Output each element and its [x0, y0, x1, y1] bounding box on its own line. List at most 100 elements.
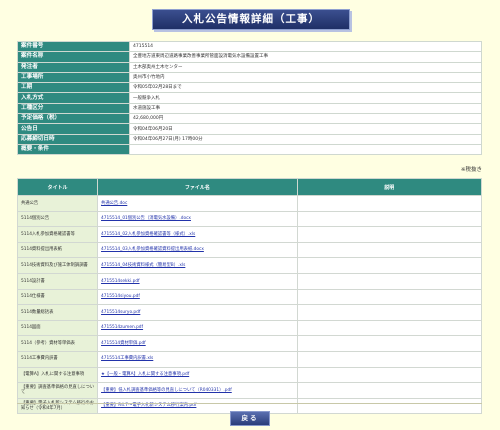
file-cell: 4715514siyou.pdf	[97, 288, 298, 306]
attachments-header-row: タイトル ファイル名 説明	[16, 178, 483, 196]
file-cell: 4715514工事費内訳書.xls	[97, 350, 298, 368]
file-cell: 4715514_02入札参加資格確認書等（様式）.xls	[97, 226, 298, 243]
info-value: 全豊地方道東周辺道路事業改善事業所管面設消電気水設備設置工事	[129, 51, 482, 63]
table-row: 5114仕様書 4715514siyou.pdf	[16, 288, 483, 306]
table-row: 5114資料提出用表紙 4715514_03入札参加資格確認資料提出用表紙.doc…	[16, 241, 483, 259]
info-row: 工期 令和05年02月28日まで	[17, 82, 482, 94]
file-link[interactable]: 【重要】R4.7〜電子入札新システム移行案内.pdf	[101, 403, 196, 408]
file-title: 5114個別公告	[16, 210, 99, 228]
info-label: 入札方式	[17, 92, 130, 104]
file-cell: 共通公告.doc	[97, 195, 298, 212]
info-label: 発注者	[17, 61, 130, 73]
file-title: 5114（参考）資材等単価表	[16, 335, 99, 352]
file-link[interactable]: 【重要】低入札調査基準価格等の見直しについて（R040331）.pdf	[101, 388, 232, 393]
file-description	[296, 382, 483, 399]
file-title: 5114数量総括表	[16, 304, 99, 321]
info-label: 公告日	[17, 123, 130, 135]
info-label: 応募締切日時	[17, 133, 130, 145]
attachments-table: タイトル ファイル名 説明 共通公告 共通公告.doc 5114個別公告 471551…	[16, 178, 483, 415]
info-value: 42,680,000円	[129, 113, 482, 125]
file-description	[296, 397, 483, 415]
info-label: 予定価格（税）	[17, 113, 130, 125]
file-link[interactable]: 共通公告.doc	[101, 201, 127, 206]
info-row: 応募締切日時 令和04年06月27日(月) 17時00分	[17, 133, 482, 145]
info-row: 概要・条件	[17, 143, 482, 156]
file-description	[296, 304, 483, 321]
file-description	[296, 272, 483, 290]
file-link[interactable]: 4715514sekki.pdf	[101, 279, 140, 284]
info-row: 入札方式 一般競争入札	[17, 92, 482, 104]
file-cell: 4715514zumen.pdf	[97, 319, 298, 337]
tax-note: ※税抜き	[460, 167, 482, 173]
file-title: 5114設計書	[16, 272, 99, 290]
info-row: 公告日 令和04年06月20日	[17, 123, 482, 135]
file-link[interactable]: 4715514siyou.pdf	[101, 294, 140, 299]
info-row: 発注者 土木部奥州土木センター	[17, 61, 482, 73]
file-cell: 4715514資材単価.pdf	[97, 335, 298, 352]
file-description	[296, 335, 483, 352]
file-link[interactable]: 4715514資材単価.pdf	[101, 341, 146, 346]
table-row: 【重要】調査基準価格の見直しについて 【重要】低入札調査基準価格等の見直しについて…	[16, 382, 483, 399]
file-cell: 【重要】低入札調査基準価格等の見直しについて（R040331）.pdf	[97, 382, 298, 399]
file-cell: 4715514suryo.pdf	[97, 304, 298, 321]
file-title: 5114工事費内訳書	[16, 350, 99, 368]
table-row: 5114個別公告 4715514_01個別公告（消電気水設備）.docx	[16, 210, 483, 228]
file-link[interactable]: 4715514工事費内訳書.xls	[101, 356, 153, 361]
file-title: 共通公告	[16, 195, 99, 212]
info-label: 工期	[17, 82, 130, 94]
table-row: 【電算A】入札に関する注意事項 ★【一般・電算A】入札に関する注意事項.pdf	[16, 366, 483, 384]
file-title: 5114図面	[16, 319, 99, 337]
file-description	[296, 366, 483, 384]
info-label: 工種区分	[17, 102, 130, 115]
column-header-file: ファイル名	[97, 178, 298, 196]
file-link[interactable]: 4715514_01個別公告（消電気水設備）.docx	[101, 216, 191, 221]
info-value: 水道施設工事	[129, 102, 482, 115]
info-value	[129, 143, 482, 156]
divider	[17, 403, 482, 404]
column-header-description: 説明	[296, 178, 483, 196]
file-cell: 4715514_01個別公告（消電気水設備）.docx	[97, 210, 298, 228]
file-title: 5114仕様書	[16, 288, 99, 306]
table-row: 5114（参考）資材等単価表 4715514資材単価.pdf	[16, 335, 483, 352]
file-link[interactable]: 4715514_02入札参加資格確認書等（様式）.xls	[101, 232, 195, 237]
page-title: 入札公告情報詳細（工事）	[152, 9, 350, 30]
info-value: 令和04年06月20日	[129, 123, 482, 135]
file-link[interactable]: 4715514_03入札参加資格確認資料提出用表紙.docx	[101, 247, 204, 252]
file-cell: 4715514_04技術資料様式（簡易型B）.xls	[97, 257, 298, 274]
info-row: 工事場所 奥州市小竹地内	[17, 71, 482, 84]
file-link[interactable]: 4715514suryo.pdf	[101, 310, 140, 315]
info-value: 土木部奥州土木センター	[129, 61, 482, 73]
back-button[interactable]: 戻る	[230, 411, 270, 426]
file-cell: 4715514_03入札参加資格確認資料提出用表紙.docx	[97, 241, 298, 259]
table-row: 5114数量総括表 4715514suryo.pdf	[16, 304, 483, 321]
file-description	[296, 210, 483, 228]
file-link[interactable]: ★【一般・電算A】入札に関する注意事項.pdf	[101, 372, 189, 377]
table-row: 5114図面 4715514zumen.pdf	[16, 319, 483, 337]
file-cell: ★【一般・電算A】入札に関する注意事項.pdf	[97, 366, 298, 384]
info-row: 予定価格（税） 42,680,000円	[17, 113, 482, 125]
column-header-title: タイトル	[16, 178, 99, 196]
file-description	[296, 195, 483, 212]
info-value: 4715514	[129, 40, 482, 53]
table-row: 5114設計書 4715514sekki.pdf	[16, 272, 483, 290]
file-link[interactable]: 4715514_04技術資料様式（簡易型B）.xls	[101, 263, 185, 268]
file-title: 5114技術資料及び施工体制調調書	[16, 257, 99, 274]
file-cell: 4715514sekki.pdf	[97, 272, 298, 290]
info-value: 奥州市小竹地内	[129, 71, 482, 84]
info-row: 案件名称 全豊地方道東周辺道路事業改善事業所管面設消電気水設備設置工事	[17, 51, 482, 63]
file-description	[296, 288, 483, 306]
table-row: 5114工事費内訳書 4715514工事費内訳書.xls	[16, 350, 483, 368]
info-value: 令和05年02月28日まで	[129, 82, 482, 94]
info-label: 工事場所	[17, 71, 130, 84]
info-label: 案件番号	[17, 40, 130, 53]
file-description	[296, 226, 483, 243]
info-label: 案件名称	[17, 51, 130, 63]
file-title: 5114入札参加資格確認書等	[16, 226, 99, 243]
info-value: 一般競争入札	[129, 92, 482, 104]
table-row: 5114入札参加資格確認書等 4715514_02入札参加資格確認書等（様式）.x…	[16, 226, 483, 243]
info-row: 工種区分 水道施設工事	[17, 102, 482, 115]
table-row: 共通公告 共通公告.doc	[16, 195, 483, 212]
file-link[interactable]: 4715514zumen.pdf	[101, 325, 143, 330]
file-title: 【重要】電子入札新システム移行のお知らせ（令和4年7月）	[16, 397, 99, 415]
file-description	[296, 350, 483, 368]
